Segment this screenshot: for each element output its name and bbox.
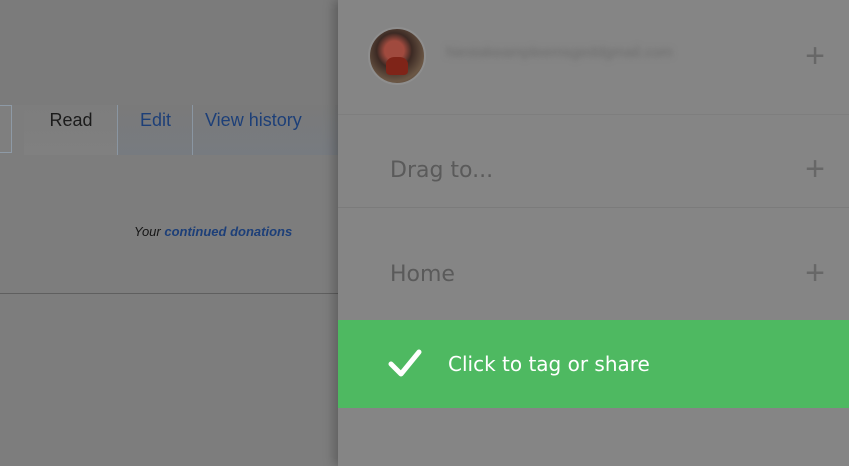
home-label: Home <box>390 262 455 287</box>
home-add-icon[interactable]: + <box>805 256 825 290</box>
drag-to-label: Drag to... <box>390 158 494 183</box>
check-icon <box>388 349 422 377</box>
donation-link[interactable]: continued donations <box>164 224 292 239</box>
tag-share-label: Click to tag or share <box>448 352 650 376</box>
donation-notice: Your continued donations <box>134 224 340 239</box>
home-row[interactable]: Home + <box>338 228 849 320</box>
drag-add-icon[interactable]: + <box>805 152 825 186</box>
account-row[interactable]: hiestakeampleemsgeddgmail.com + <box>338 0 849 115</box>
page-tab-strip: Read Edit View history <box>0 105 340 155</box>
donation-prefix: Your <box>134 224 165 239</box>
drag-to-row[interactable]: Drag to... + <box>338 116 849 208</box>
account-email: hiestakeampleemsgeddgmail.com <box>446 44 673 61</box>
tag-share-panel: hiestakeampleemsgeddgmail.com + Drag to.… <box>338 0 849 466</box>
tab-read[interactable]: Read <box>24 105 118 155</box>
account-add-icon[interactable]: + <box>805 39 825 73</box>
content-divider <box>0 293 340 294</box>
tab-left-edge <box>0 105 12 153</box>
tab-view-history[interactable]: View history <box>192 105 340 155</box>
avatar <box>368 27 426 85</box>
tab-edit[interactable]: Edit <box>117 105 193 155</box>
tag-share-button[interactable]: Click to tag or share <box>338 320 849 408</box>
